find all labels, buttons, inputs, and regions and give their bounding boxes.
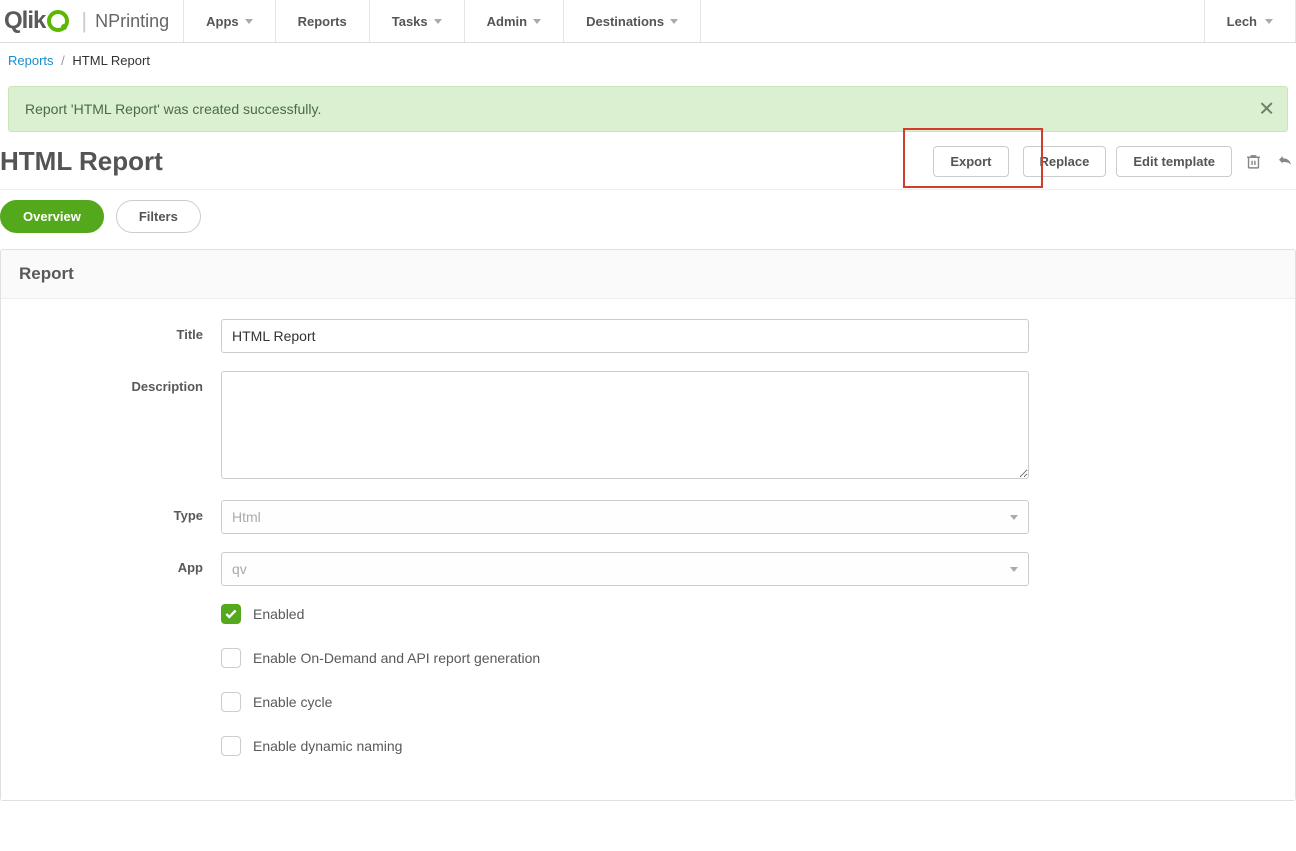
nav-tasks[interactable]: Tasks xyxy=(370,0,465,42)
topbar: Qlik | NPrinting Apps Reports Tasks Admi… xyxy=(0,0,1296,43)
qlik-wordmark: Qlik xyxy=(4,7,45,35)
action-buttons: Export Replace Edit template xyxy=(933,146,1296,177)
chevron-down-icon xyxy=(1265,19,1273,24)
topbar-spacer xyxy=(701,0,1205,42)
nav-reports[interactable]: Reports xyxy=(276,0,370,42)
title-input[interactable] xyxy=(221,319,1029,353)
undo-icon[interactable] xyxy=(1274,151,1296,173)
edit-template-button[interactable]: Edit template xyxy=(1116,146,1232,177)
enabled-label: Enabled xyxy=(253,606,304,622)
tab-filters[interactable]: Filters xyxy=(116,200,201,233)
nav-apps-label: Apps xyxy=(206,14,239,29)
cycle-label: Enable cycle xyxy=(253,694,332,710)
app-selected-value: qv xyxy=(232,561,247,577)
report-panel: Report Title Description Type Html App xyxy=(0,249,1296,801)
nav-apps[interactable]: Apps xyxy=(184,0,276,42)
export-button[interactable]: Export xyxy=(933,146,1008,177)
panel-heading: Report xyxy=(1,250,1295,299)
nav-admin-label: Admin xyxy=(487,14,527,29)
chevron-down-icon xyxy=(245,19,253,24)
breadcrumb-current: HTML Report xyxy=(72,53,150,68)
enabled-checkbox[interactable] xyxy=(221,604,241,624)
chevron-down-icon xyxy=(434,19,442,24)
nav-destinations-label: Destinations xyxy=(586,14,664,29)
chevron-down-icon xyxy=(1010,515,1018,520)
ondemand-checkbox[interactable] xyxy=(221,648,241,668)
type-selected-value: Html xyxy=(232,509,261,525)
brand-logo[interactable]: Qlik | NPrinting xyxy=(0,0,184,42)
cycle-checkbox[interactable] xyxy=(221,692,241,712)
type-label: Type xyxy=(21,500,221,534)
nav-admin[interactable]: Admin xyxy=(465,0,564,42)
nav-reports-label: Reports xyxy=(298,14,347,29)
app-label: App xyxy=(21,552,221,586)
dynamic-naming-checkbox[interactable] xyxy=(221,736,241,756)
type-select[interactable]: Html xyxy=(221,500,1029,534)
title-label: Title xyxy=(21,319,221,353)
nav-destinations[interactable]: Destinations xyxy=(564,0,701,42)
alert-message: Report 'HTML Report' was created success… xyxy=(25,101,321,117)
tabs: Overview Filters xyxy=(0,190,1296,249)
description-label: Description xyxy=(21,371,221,482)
description-textarea[interactable] xyxy=(221,371,1029,479)
app-select[interactable]: qv xyxy=(221,552,1029,586)
tab-overview[interactable]: Overview xyxy=(0,200,104,233)
delete-icon[interactable] xyxy=(1242,151,1264,173)
dynamic-naming-label: Enable dynamic naming xyxy=(253,738,402,754)
close-icon[interactable]: ✕ xyxy=(1258,97,1275,122)
chevron-down-icon xyxy=(1010,567,1018,572)
success-alert: Report 'HTML Report' was created success… xyxy=(8,86,1288,132)
user-menu[interactable]: Lech xyxy=(1205,0,1296,42)
ondemand-label: Enable On-Demand and API report generati… xyxy=(253,650,540,666)
qlik-q-icon xyxy=(47,10,69,32)
nav-tasks-label: Tasks xyxy=(392,14,428,29)
logo-separator: | xyxy=(81,8,87,34)
page-title: HTML Report xyxy=(0,146,933,177)
user-name: Lech xyxy=(1227,14,1257,29)
breadcrumb-separator: / xyxy=(61,53,65,68)
page-header: HTML Report Export Replace Edit template xyxy=(0,140,1296,190)
replace-button[interactable]: Replace xyxy=(1023,146,1107,177)
chevron-down-icon xyxy=(670,19,678,24)
breadcrumb: Reports / HTML Report xyxy=(0,43,1296,78)
product-name: NPrinting xyxy=(95,11,169,32)
chevron-down-icon xyxy=(533,19,541,24)
breadcrumb-parent[interactable]: Reports xyxy=(8,53,54,68)
